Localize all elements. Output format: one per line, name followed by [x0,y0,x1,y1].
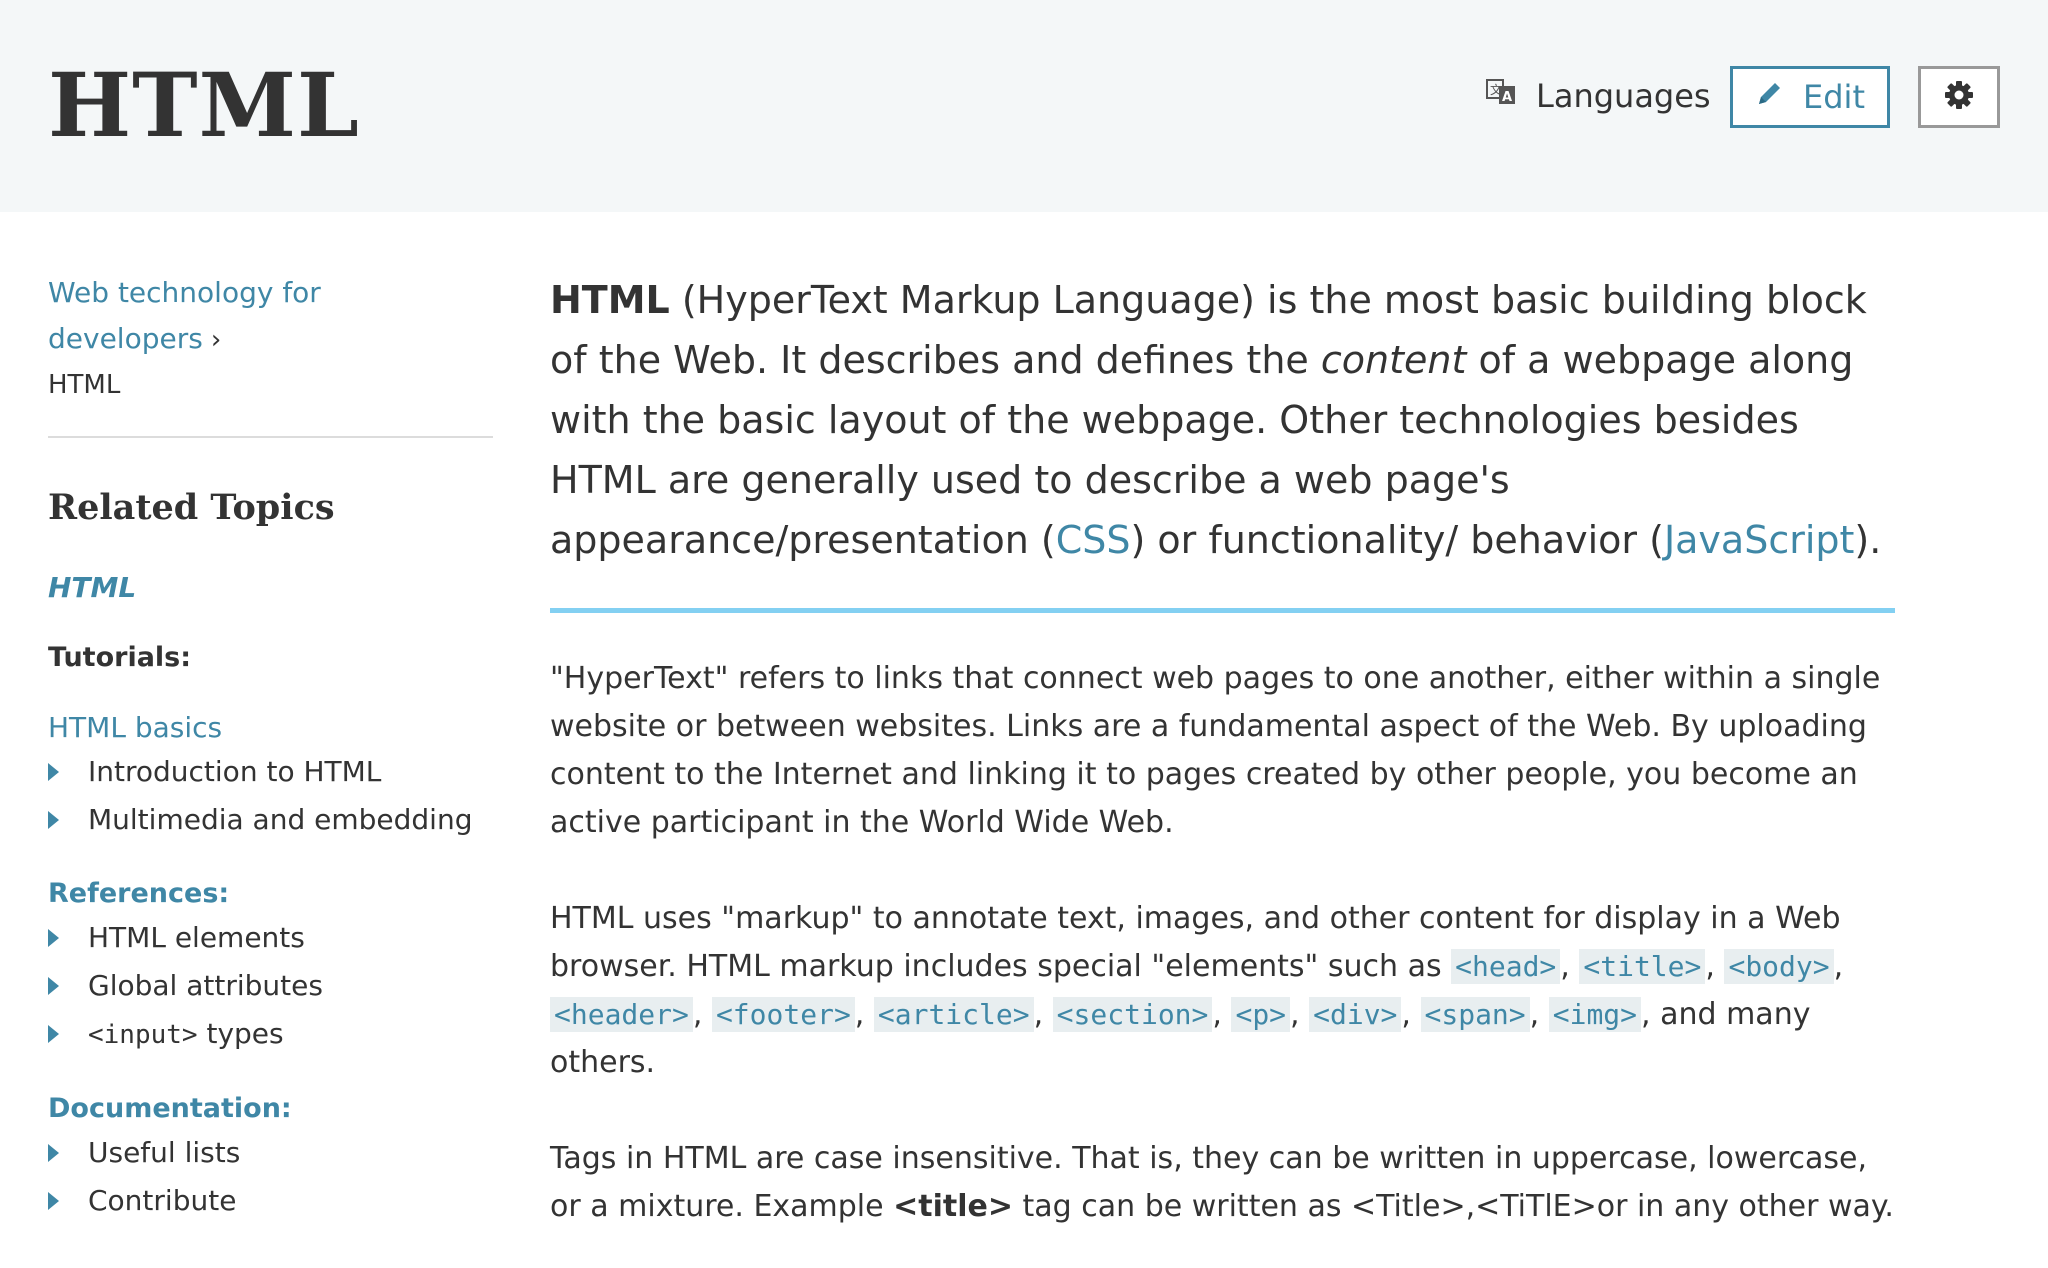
tag-separator: , [1401,997,1421,1032]
sidebar: Web technology for developers › HTML Rela… [48,270,493,1225]
caret-right-icon [48,1192,59,1210]
caret-right-icon [48,929,59,947]
caret-right-icon [48,1025,59,1043]
lead-paragraph: HTML (HyperText Markup Language) is the … [550,270,1895,570]
breadcrumb-link-web-technology[interactable]: Web technology for developers [48,276,321,355]
edit-button[interactable]: Edit [1730,66,1890,128]
sidebar-item-multimedia[interactable]: Multimedia and embedding [48,796,493,844]
lead-text: ). [1854,518,1882,562]
pencil-icon [1755,78,1803,116]
tutorials-heading: Tutorials: [48,642,192,673]
chevron-right-icon: › [210,325,222,355]
sidebar-item-label: Useful lists [88,1136,241,1169]
sidebar-link-html-basics[interactable]: HTML basics [48,708,493,748]
tag-separator: , [692,997,712,1032]
element-tag-link[interactable]: <footer> [711,997,855,1032]
main-content: HTML (HyperText Markup Language) is the … [550,270,1895,1231]
documentation-heading: Documentation: [48,1093,292,1124]
tag-separator: , [854,997,874,1032]
tag-separator: , [1212,997,1232,1032]
css-link[interactable]: CSS [1056,518,1131,562]
sidebar-item-global-attributes[interactable]: Global attributes [48,962,493,1010]
sidebar-item-label: Global attributes [88,969,323,1002]
lead-bold-term: HTML [550,278,670,322]
sidebar-item-label: Multimedia and embedding [88,803,473,836]
related-topics-heading: Related Topics [48,487,335,528]
sidebar-item-input-types[interactable]: <input> types [48,1010,493,1059]
element-tag-link[interactable]: <title> [1579,949,1706,984]
element-tag-link[interactable]: <body> [1724,949,1834,984]
sidebar-divider [48,436,493,438]
tag-separator: , [1705,949,1725,984]
sidebar-item-code: <input> [88,1020,198,1050]
tag-separator: , [1033,997,1053,1032]
tag-separator: , [1529,997,1549,1032]
element-tag-link[interactable]: <div> [1309,997,1402,1032]
element-tag-link[interactable]: <span> [1420,997,1530,1032]
sidebar-topic-html[interactable]: HTML [48,568,493,608]
element-tag-link[interactable]: <article> [873,997,1034,1032]
element-tag-link[interactable]: <section> [1052,997,1213,1032]
lead-divider [550,608,1895,613]
tag-separator: , [1290,997,1310,1032]
lead-text: ) or functionality/ behavior ( [1130,518,1664,562]
settings-button[interactable] [1918,66,2000,128]
edit-label: Edit [1803,78,1865,116]
paragraph-markup: HTML uses "markup" to annotate text, ima… [550,895,1895,1087]
caret-right-icon [48,811,59,829]
paragraph-bold-tag: <title> [893,1189,1013,1224]
sidebar-item-contribute[interactable]: Contribute [48,1177,493,1225]
paragraph-case-insensitive: Tags in HTML are case insensitive. That … [550,1135,1895,1231]
sidebar-item-html-elements[interactable]: HTML elements [48,914,493,962]
element-tag-link[interactable]: <img> [1548,997,1642,1032]
sidebar-item-label: HTML elements [88,921,305,954]
page-header: HTML 文 A Languages Edit [0,0,2048,212]
tag-separator: , [1833,949,1844,984]
paragraph-hypertext: "HyperText" refers to links that connect… [550,661,1881,840]
caret-right-icon [48,1144,59,1162]
translate-icon: 文 A [1484,75,1536,117]
sidebar-item-useful-lists[interactable]: Useful lists [48,1129,493,1177]
gear-icon [1943,79,1975,115]
lead-italic-term: content [1320,338,1467,382]
sidebar-item-label: Introduction to HTML [88,755,382,788]
references-heading: References: [48,878,230,909]
paragraph-text: tag can be written as <Title>,<TiTlE>or … [1013,1189,1894,1224]
javascript-link[interactable]: JavaScript [1664,518,1854,562]
caret-right-icon [48,763,59,781]
element-tag-link[interactable]: <p> [1231,997,1291,1032]
sidebar-item-label: types [197,1017,284,1050]
languages-button[interactable]: 文 A Languages [1484,73,1711,119]
breadcrumb-current: HTML [48,370,121,400]
svg-text:A: A [1502,90,1512,105]
tag-separator: , [1560,949,1580,984]
element-tag-link[interactable]: <header> [550,997,693,1032]
sidebar-item-introduction[interactable]: Introduction to HTML [48,748,493,796]
caret-right-icon [48,977,59,995]
breadcrumb: Web technology for developers › HTML [48,270,493,408]
page-title: HTML [48,53,360,157]
sidebar-item-label: Contribute [88,1184,237,1217]
element-tag-link[interactable]: <head> [1451,949,1561,984]
languages-label: Languages [1536,77,1711,115]
